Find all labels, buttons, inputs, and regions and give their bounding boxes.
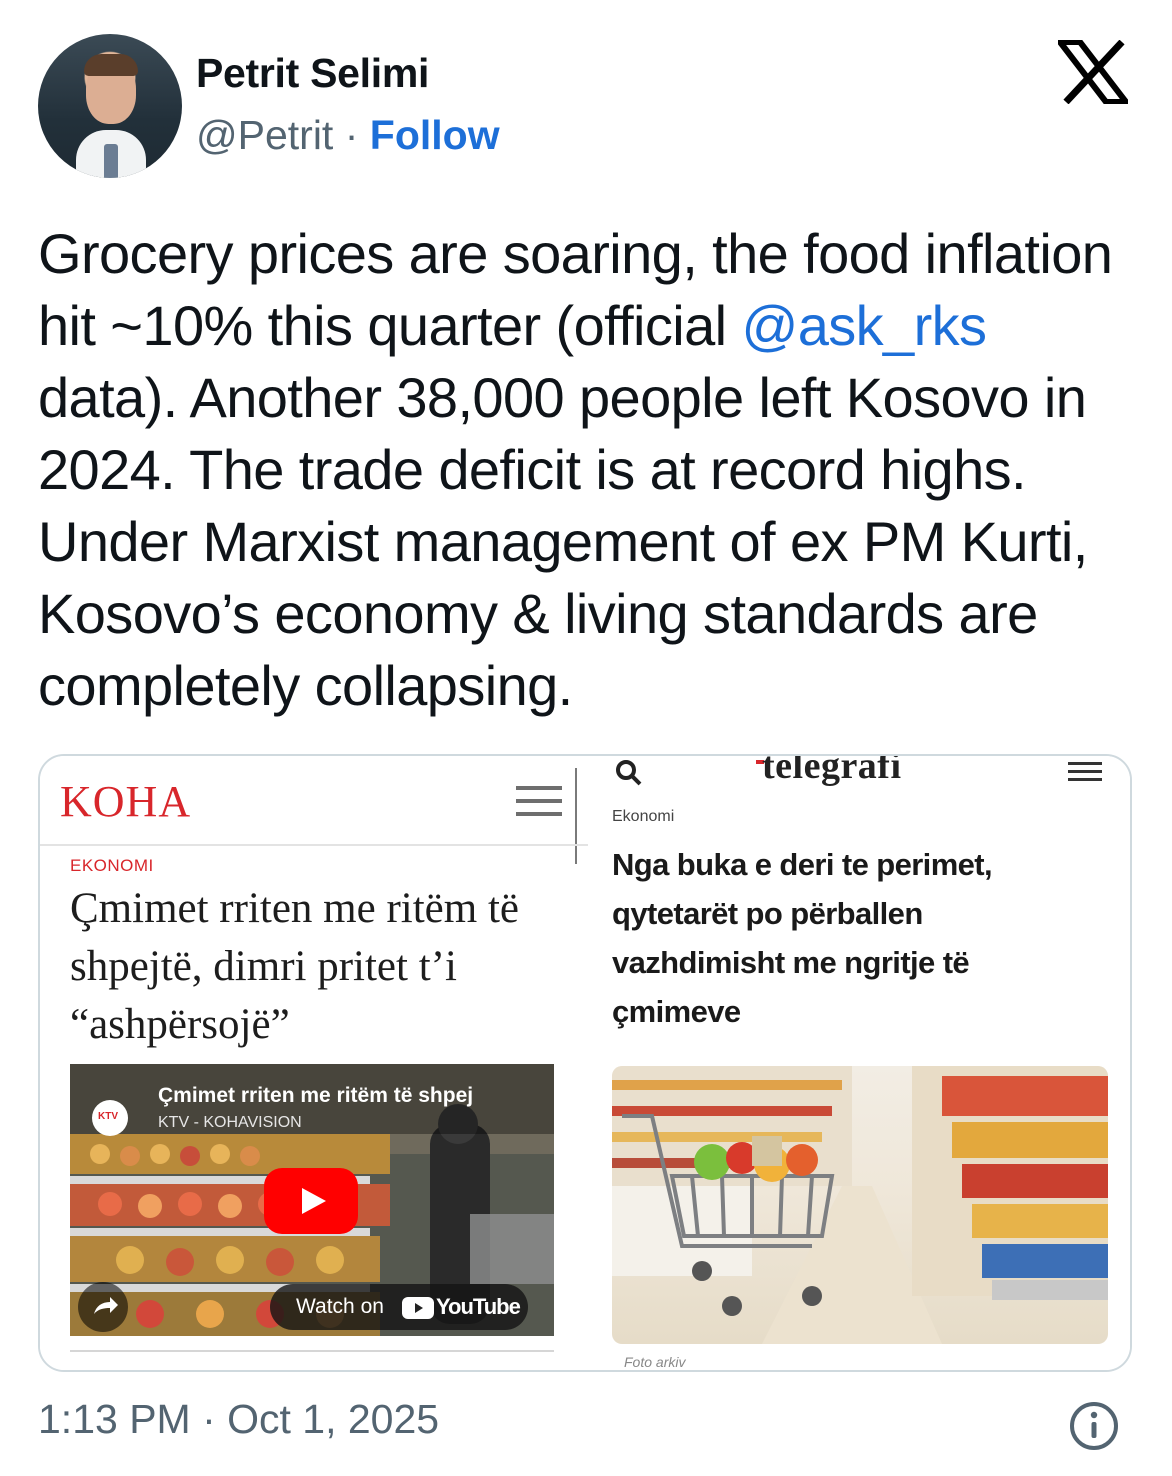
share-button[interactable]: [78, 1282, 128, 1332]
youtube-video-embed[interactable]: KTV Çmimet rriten me ritëm të shpej KTV …: [70, 1064, 554, 1336]
telegrafi-screenshot[interactable]: telegrafi Ekonomi Nga buka e deri te per…: [596, 756, 1130, 1370]
telegrafi-category: Ekonomi: [612, 808, 675, 825]
watch-on-youtube-button[interactable]: Watch on YouTube: [270, 1284, 528, 1330]
avatar[interactable]: [38, 34, 182, 178]
video-channel: KTV - KOHAVISION: [158, 1114, 302, 1131]
mention-link[interactable]: @ask_rks: [741, 294, 987, 357]
tweet-text: Grocery prices are soaring, the food inf…: [38, 218, 1138, 722]
koha-menu-icon: [516, 786, 562, 825]
shopping-cart-photo: [612, 1066, 1108, 1344]
koha-category: EKONOMI: [70, 856, 154, 875]
koha-screenshot[interactable]: KOHA EKONOMI Çmimet rriten me ritëm të s…: [40, 756, 588, 1370]
author-name[interactable]: Petrit Selimi: [196, 50, 429, 97]
divider: [575, 768, 577, 864]
author-handle[interactable]: @Petrit: [196, 112, 333, 158]
follow-button[interactable]: Follow: [370, 112, 500, 158]
photo-caption: Foto arkiv: [624, 1354, 686, 1370]
youtube-wordmark: YouTube: [436, 1294, 521, 1319]
telegrafi-logo: telegrafi: [762, 754, 902, 787]
x-logo-icon[interactable]: [1058, 40, 1128, 104]
koha-headline: Çmimet rriten me ritëm të shpejtë, dimri…: [70, 885, 519, 1048]
tweet-text-part2: data). Another 38,000 people left Kosovo…: [38, 366, 1088, 717]
video-title[interactable]: Çmimet rriten me ritëm të shpej: [158, 1084, 473, 1108]
media-card[interactable]: KOHA EKONOMI Çmimet rriten me ritëm të s…: [38, 754, 1132, 1372]
koha-logo: KOHA: [60, 777, 192, 826]
play-icon: [302, 1188, 326, 1214]
telegrafi-menu-icon: [1068, 762, 1102, 786]
share-icon: [94, 1297, 118, 1314]
info-icon[interactable]: [1068, 1400, 1120, 1452]
ktv-badge: KTV: [98, 1111, 118, 1122]
author-handle-row: @Petrit · Follow: [196, 112, 500, 159]
avatar-hair: [84, 54, 138, 76]
youtube-logo-icon: [402, 1297, 434, 1319]
tweet-timestamp[interactable]: 1:13 PM · Oct 1, 2025: [38, 1396, 439, 1443]
separator-dot: ·: [344, 112, 359, 158]
shopping-cart-image: [612, 1066, 1108, 1344]
telegrafi-headline: Nga buka e deri te perimet, qytetarët po…: [612, 847, 993, 1029]
avatar-tie: [104, 144, 118, 178]
divider: [70, 1350, 554, 1352]
divider: [40, 844, 588, 846]
play-button[interactable]: [264, 1168, 358, 1234]
watch-on-label: Watch on: [296, 1295, 384, 1318]
ktv-channel-avatar[interactable]: KTV: [92, 1100, 128, 1136]
search-icon: [616, 760, 642, 786]
